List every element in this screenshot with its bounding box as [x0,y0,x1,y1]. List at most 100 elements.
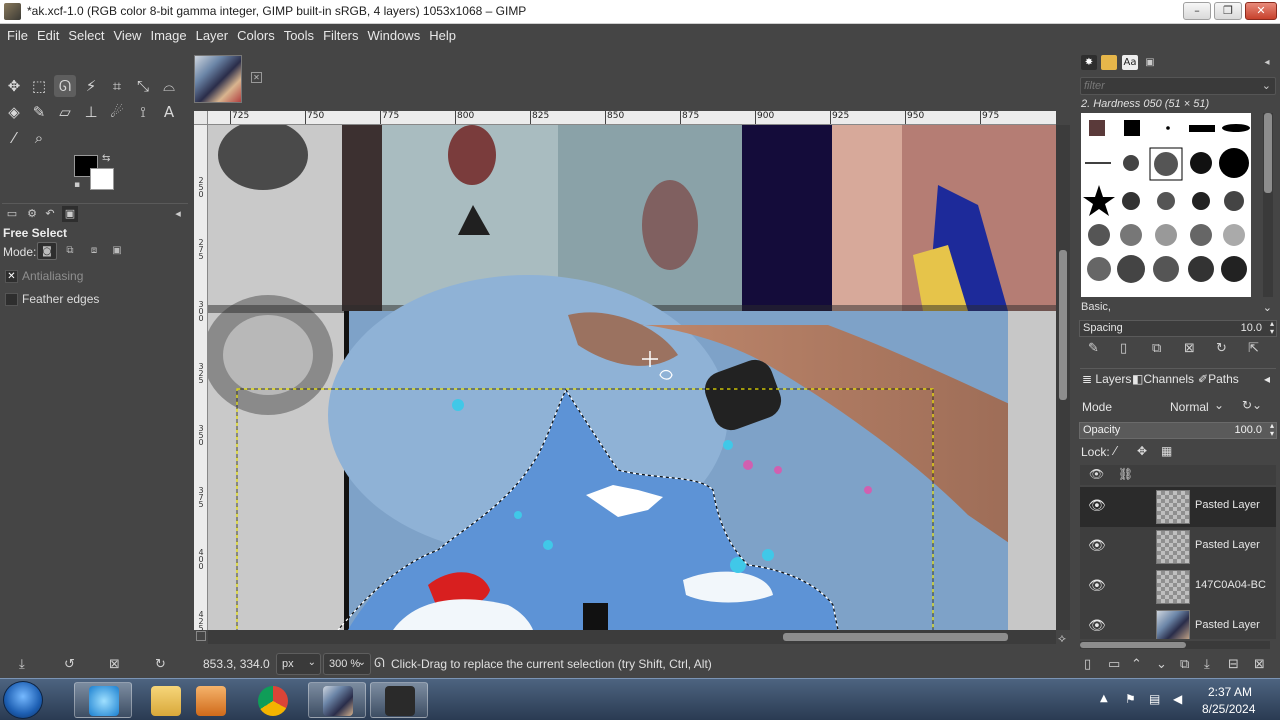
navigate-icon[interactable]: ⟡ [1058,631,1066,646]
brush-item[interactable] [1120,224,1142,246]
clone-tool-icon[interactable]: ⊥ [80,101,102,123]
save-options-icon[interactable]: ⤓ [19,657,25,672]
edit-brush-icon[interactable]: ✎ [1088,341,1099,356]
layer-row[interactable]: 👁 Pasted Layer [1080,487,1276,527]
vertical-scroll-thumb[interactable] [1059,250,1067,400]
start-button[interactable] [3,681,43,719]
brush-scroll-thumb[interactable] [1264,113,1272,193]
brush-filter-input[interactable]: filter ⌄ [1080,77,1276,95]
tool-options-tab-icon[interactable]: ▭ [4,206,20,222]
brush-item[interactable] [1190,224,1212,246]
reset-colors-icon[interactable]: ▪ [74,180,80,190]
brush-item[interactable] [1087,257,1111,281]
menu-select[interactable]: Select [64,24,108,47]
crop-tool-icon[interactable]: ⌗ [106,75,128,97]
menu-windows[interactable]: Windows [363,24,424,47]
action-center-icon[interactable]: ⚑ [1125,692,1136,706]
layer-name[interactable]: 147C0A04-BC [1195,579,1275,591]
mode-intersect-button[interactable]: ▣ [107,242,127,260]
taskbar-gimp[interactable] [370,682,428,718]
volume-icon[interactable]: ◀ [1173,692,1182,706]
undo-history-tab-icon[interactable]: ↶ [42,206,58,222]
image-canvas[interactable] [208,125,1056,630]
menu-help[interactable]: Help [425,24,460,47]
lock-alpha-icon[interactable]: ▦ [1161,444,1172,458]
brush-item[interactable] [1188,256,1214,282]
text-tool-icon[interactable]: A [158,101,180,123]
layer-row[interactable]: 👁 Pasted Layer [1080,607,1276,639]
spinner-icon[interactable]: ▴ ▾ [1270,422,1274,438]
canvas-horizontal-scrollbar[interactable] [208,630,1056,644]
duplicate-layer-icon[interactable]: ⧉ [1180,657,1189,672]
menu-filters[interactable]: Filters [319,24,362,47]
minimize-button[interactable]: – [1183,2,1211,20]
chevron-down-icon[interactable]: ⌄ [1214,398,1224,412]
maximize-button[interactable]: ❐ [1214,2,1242,20]
brush-item[interactable] [1123,155,1139,171]
horizontal-scroll-thumb[interactable] [783,633,1008,641]
lock-position-icon[interactable]: ✥ [1137,444,1147,458]
brush-item[interactable] [1124,120,1140,136]
menu-layer[interactable]: Layer [192,24,233,47]
delete-options-icon[interactable]: ⊠ [109,657,120,672]
brush-item[interactable] [1221,256,1247,282]
spinner-icon[interactable]: ▴ ▾ [1270,320,1274,336]
network-icon[interactable]: ▤ [1149,692,1160,706]
tab-channels[interactable]: ◧Channels [1132,372,1194,386]
tab-layers[interactable]: ≣ Layers [1082,372,1131,386]
new-layer-group-icon[interactable]: ▭ [1108,657,1120,672]
brush-item[interactable] [1089,120,1105,136]
layers-list[interactable]: 👁 Pasted Layer 👁 Pasted Layer 👁 147C0A04-BC 👁 P… [1080,487,1276,639]
zoom-selector[interactable]: 300 % ⌄ [323,653,371,675]
restore-options-icon[interactable]: ↺ [64,657,75,672]
brush-item[interactable] [1155,224,1177,246]
layer-name[interactable]: Pasted Layer [1195,499,1275,511]
lower-layer-icon[interactable]: ⌄ [1156,657,1167,672]
brushes-tab-icon[interactable]: ✸ [1081,55,1097,70]
clock-date[interactable]: 8/25/2024 [1202,702,1255,716]
document-history-tab-icon[interactable]: ▣ [1142,55,1158,70]
paths-tool-icon[interactable]: ⟟ [132,101,154,123]
brush-item[interactable] [1088,224,1110,246]
layer-name[interactable]: Pasted Layer [1195,539,1275,551]
device-status-tab-icon[interactable]: ⚙ [24,206,40,222]
brush-item[interactable] [1224,191,1244,211]
visibility-eye-icon[interactable]: 👁 [1088,498,1106,514]
menu-file[interactable]: File [3,24,32,47]
quick-mask-toggle[interactable] [196,631,206,641]
taskbar-chrome[interactable] [243,682,301,718]
brush-grid-scrollbar[interactable] [1263,113,1273,297]
raise-layer-icon[interactable]: ⌃ [1131,657,1142,672]
merge-down-icon[interactable]: ⤓ [1204,657,1210,672]
vertical-ruler[interactable]: 2 5 0 2 7 5 3 0 0 3 2 5 3 5 0 3 7 5 4 0 0 4 2 5 [194,125,208,633]
paintbrush-tool-icon[interactable]: ✎ [28,101,50,123]
brush-grid[interactable] [1081,113,1251,297]
visibility-eye-icon[interactable]: 👁 [1088,578,1106,594]
visibility-eye-icon[interactable]: 👁 [1088,538,1106,554]
layers-scroll-thumb[interactable] [1080,642,1186,648]
layer-row[interactable]: 👁 Pasted Layer [1080,527,1276,567]
reset-options-icon[interactable]: ↻ [155,657,166,672]
horizontal-ruler[interactable]: 725 750 775 800 825 850 875 900 925 950 975 [208,111,1056,125]
refresh-brushes-icon[interactable]: ↻ [1216,341,1227,356]
ruler-corner[interactable] [194,111,208,125]
new-brush-icon[interactable]: ▯ [1120,341,1127,356]
bucket-fill-tool-icon[interactable]: ◈ [3,101,25,123]
image-tab-thumbnail[interactable] [194,55,242,103]
delete-layer-icon[interactable]: ⊠ [1254,657,1265,672]
fonts-tab-icon[interactable]: Aa [1122,55,1138,70]
brush-item[interactable] [1153,256,1179,282]
brush-item[interactable] [1192,192,1210,210]
menu-view[interactable]: View [110,24,146,47]
delete-brush-icon[interactable]: ⊠ [1184,341,1195,356]
menu-colors[interactable]: Colors [233,24,279,47]
move-tool-icon[interactable]: ✥ [3,75,25,97]
rect-select-tool-icon[interactable]: ⬚ [28,75,50,97]
taskbar-browser[interactable] [74,682,132,718]
layer-mode-value[interactable]: Normal [1170,400,1209,414]
brush-spacing-slider[interactable]: Spacing 10.0 ▴ ▾ [1079,320,1277,337]
lock-pixels-icon[interactable]: ⁄ [1114,444,1116,458]
clock-time[interactable]: 2:37 AM [1208,685,1252,699]
new-layer-icon[interactable]: ▯ [1084,657,1091,672]
brush-item[interactable] [1122,192,1140,210]
